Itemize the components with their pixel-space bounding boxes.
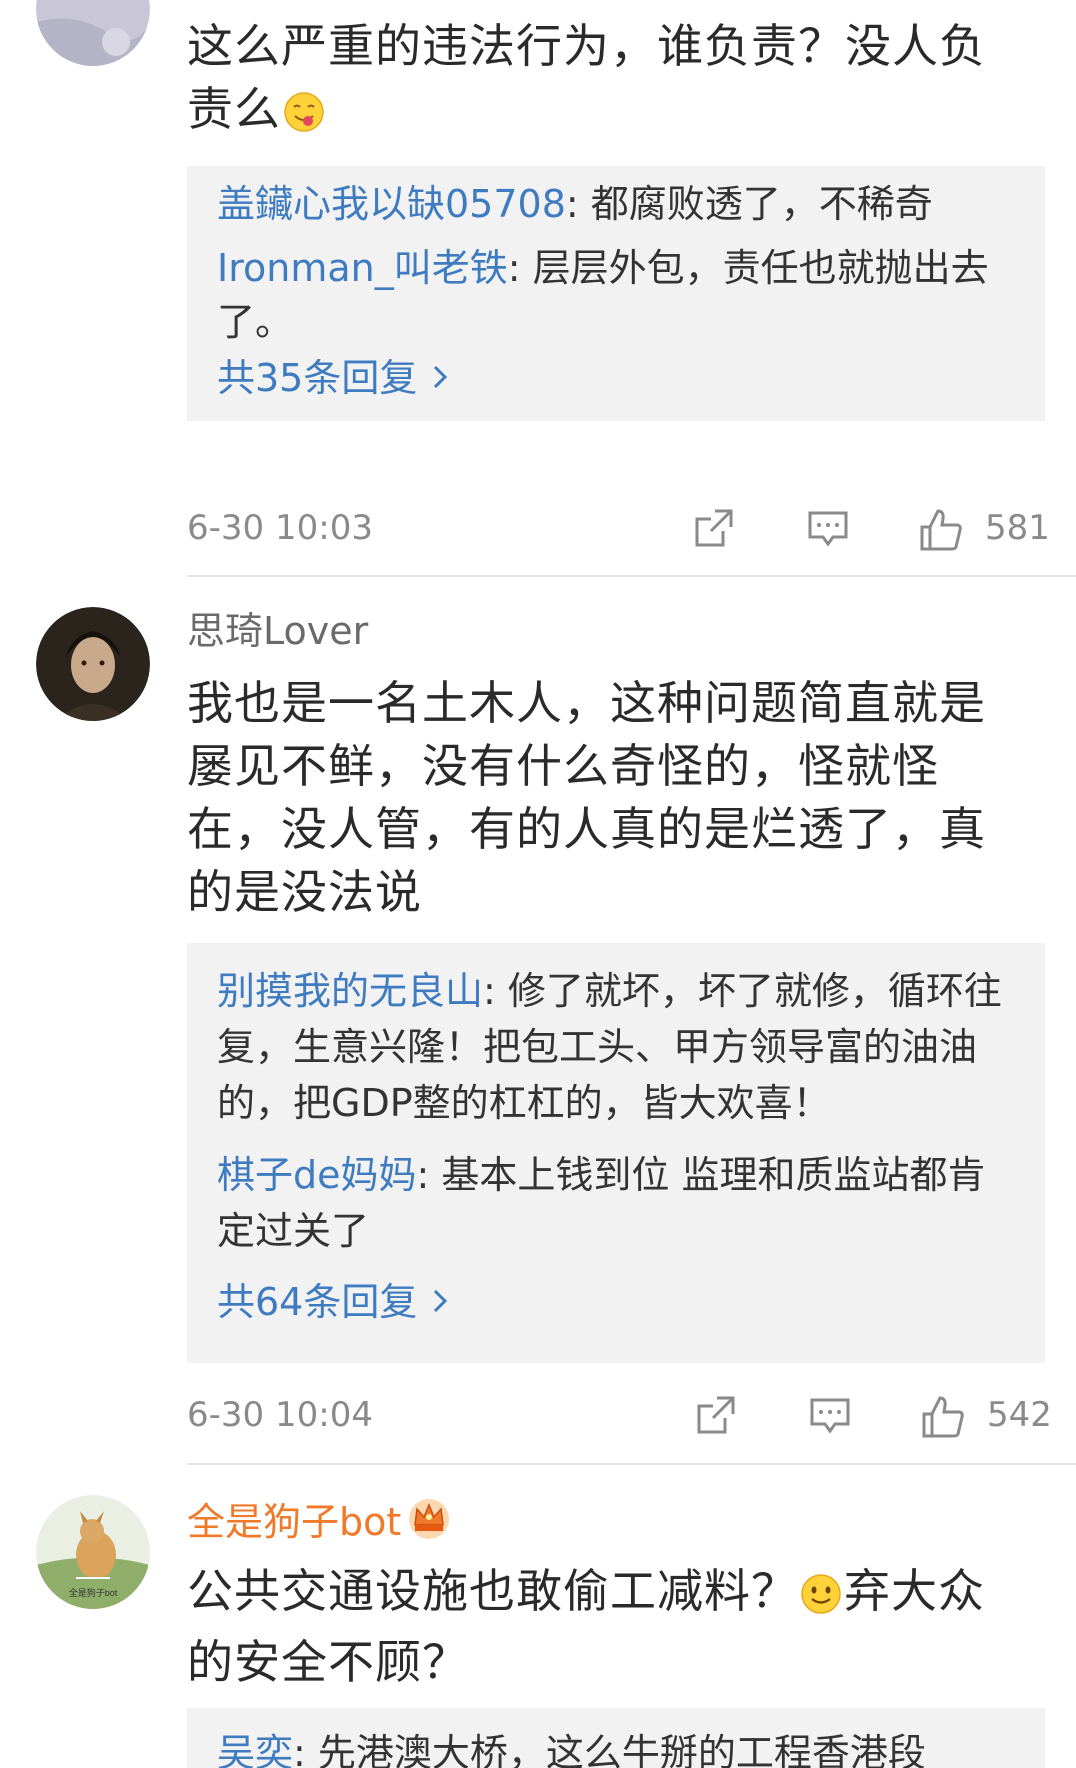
reply-item[interactable]: 吴奕: 先港澳大桥，这么牛掰的工程香港段 <box>217 1726 1017 1768</box>
reply-username[interactable]: 棋子de妈妈 <box>217 1153 417 1197</box>
timestamp: 6-30 10:03 <box>187 508 373 548</box>
reply-preview-box[interactable]: 盖鑶心我以缺05708: 都腐败透了，不稀奇 Ironman_叫老铁: 层层外包… <box>187 166 1045 421</box>
chevron-right-icon <box>433 349 448 403</box>
reply-username[interactable]: 吴奕 <box>217 1731 293 1768</box>
comment-text: 我也是一名土木人，这种问题简直就是屡见不鲜，没有什么奇怪的，怪就怪在，没人管，有… <box>187 676 986 919</box>
share-icon[interactable] <box>693 507 735 549</box>
reply-item[interactable]: 别摸我的无良山: 修了就坏，坏了就修，循环往复，生意兴隆！把包工头、甲方领导富的… <box>217 963 1017 1131</box>
comment-icon[interactable] <box>809 1394 851 1436</box>
timestamp: 6-30 10:04 <box>187 1395 373 1435</box>
reply-username[interactable]: 盖鑶心我以缺05708 <box>217 182 566 226</box>
reply-text: : 都腐败透了，不稀奇 <box>565 182 933 226</box>
more-replies-link[interactable]: 共35条回复 <box>217 349 448 405</box>
username[interactable]: 全是狗子bot <box>187 1497 451 1551</box>
reply-username[interactable]: 别摸我的无良山 <box>217 969 483 1013</box>
more-replies-link[interactable]: 共64条回复 <box>217 1273 448 1329</box>
thumbs-up-icon[interactable] <box>918 507 964 551</box>
tongue-emoji-icon <box>283 86 325 149</box>
svg-text:全是狗子bot: 全是狗子bot <box>69 1587 118 1598</box>
reply-item[interactable]: 盖鑶心我以缺05708: 都腐败透了，不稀奇 <box>217 177 1017 231</box>
reply-preview-box[interactable]: 别摸我的无良山: 修了就坏，坏了就修，循环往复，生意兴隆！把包工头、甲方领导富的… <box>187 943 1045 1363</box>
chevron-right-icon <box>433 1273 448 1327</box>
comment-icon[interactable] <box>807 507 849 549</box>
comment-text: 公共交通设施也敢偷工减料？ 弃大众的安全不顾？ <box>187 1564 985 1689</box>
username[interactable]: 思琦Lover <box>187 608 368 654</box>
like-count: 581 <box>985 508 1050 548</box>
vip-crown-icon <box>407 1497 451 1551</box>
comment-meta: 6-30 10:03 581 <box>187 503 1050 553</box>
comment-feed: 这么严重的违法行为，谁负责？没人负责么 盖鑶心我以缺05708: 都腐败透了，不… <box>0 0 1076 1768</box>
avatar[interactable]: 全是狗子bot <box>36 1495 150 1609</box>
smile-emoji-icon <box>800 1568 842 1631</box>
avatar[interactable] <box>36 0 150 66</box>
avatar[interactable] <box>36 607 150 721</box>
reply-item[interactable]: Ironman_叫老铁: 层层外包，责任也就抛出去了。 <box>217 241 1017 349</box>
reply-item[interactable]: 棋子de妈妈: 基本上钱到位 监理和质监站都肯定过关了 <box>217 1147 1017 1259</box>
comment-meta: 6-30 10:04 542 <box>187 1390 1052 1440</box>
divider <box>187 1463 1076 1465</box>
comment-text: 这么严重的违法行为，谁负责？没人负责么 <box>187 15 1017 149</box>
reply-username[interactable]: Ironman_叫老铁 <box>217 246 508 290</box>
reply-text: : 先港澳大桥，这么牛掰的工程香港段 <box>293 1731 926 1768</box>
like-count: 542 <box>987 1395 1052 1435</box>
share-icon[interactable] <box>695 1394 737 1436</box>
reply-preview-box[interactable]: 吴奕: 先港澳大桥，这么牛掰的工程香港段 <box>187 1708 1045 1768</box>
divider <box>187 575 1076 577</box>
thumbs-up-icon[interactable] <box>920 1394 966 1438</box>
